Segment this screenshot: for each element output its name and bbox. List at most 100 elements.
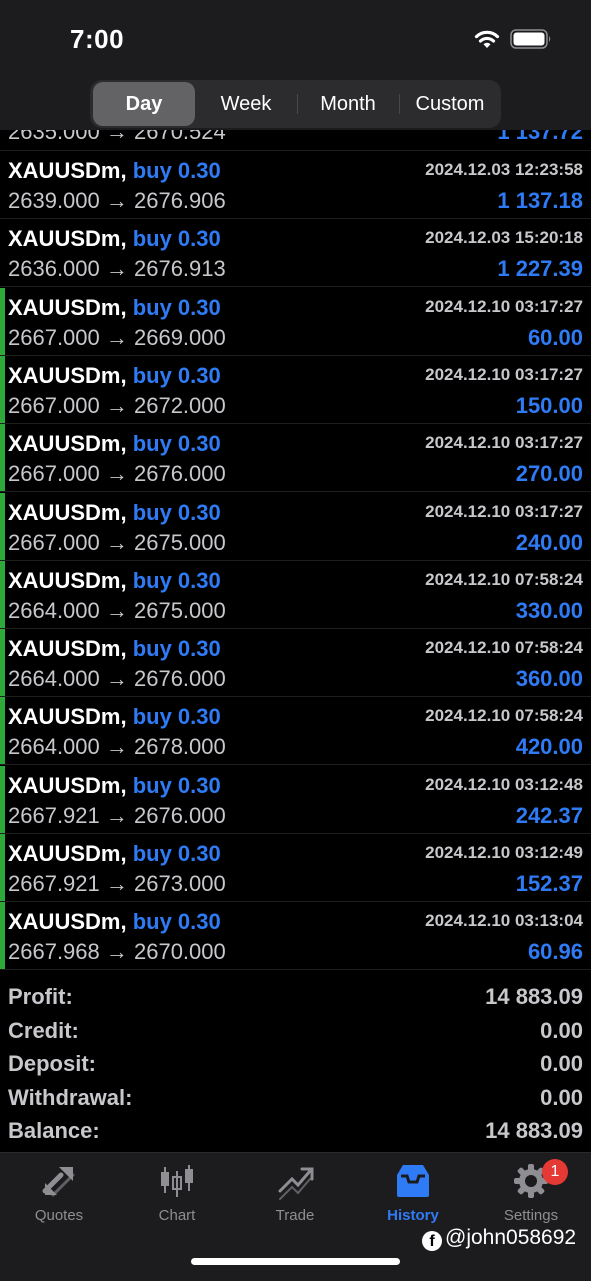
status-time: 7:00 [70,24,125,54]
list-item[interactable]: XAUUSDm, buy 0.30 2024.12.03 15:20:18 2636… [0,219,591,288]
trade-profit: 240.00 [515,529,583,555]
symbol-name: XAUUSDm, [8,158,127,183]
trade-symbol: XAUUSDm, buy 0.30 [8,909,221,935]
trade-side: buy 0.30 [132,636,221,662]
list-item[interactable]: XAUUSDm, buy 0.30 2024.12.10 07:58:24 2664… [0,697,591,766]
symbol-name: XAUUSDm, [8,909,127,935]
trade-side: buy 0.30 [132,226,221,252]
summary-label: Balance: [8,1118,100,1143]
trade-symbol: XAUUSDm, buy 0.30 [8,295,221,321]
trade-datetime: 2024.12.03 15:20:18 [425,228,583,248]
symbol-name: XAUUSDm, [8,431,127,457]
symbol-name: XAUUSDm, [8,841,127,866]
list-item[interactable]: XAUUSDm, buy 0.30 2024.12.10 03:17:27 2667… [0,424,591,493]
list-item[interactable]: XAUUSDm, buy 0.30 2024.12.10 03:17:27 2667… [0,287,591,356]
symbol-name: XAUUSDm, [8,772,127,798]
wifi-icon [474,30,500,48]
trade-symbol: XAUUSDm, buy 0.30 [8,841,221,867]
trade-symbol: XAUUSDm, buy 0.30 [8,226,221,252]
tab-history[interactable]: History [354,1161,472,1231]
trade-side: buy 0.30 [132,704,221,730]
symbol-name: XAUUSDm, [8,704,127,730]
trade-prices: 2667.000 → 2669.000 [8,324,226,350]
symbol-name: XAUUSDm, [8,499,127,525]
tab-label: Quotes [34,1207,84,1224]
trade-prices: 2664.000 → 2675.000 [8,597,226,623]
trade-symbol: XAUUSDm, buy 0.30 [8,363,221,389]
list-item[interactable]: XAUUSDm, buy 0.30 2024.12.03 12:23:58 2639… [0,151,591,219]
trade-prices: 2635.000 → 2670.524 [8,130,226,144]
summary-balance: Balance: 14 883.09 [0,1114,591,1148]
tab-quotes[interactable]: Quotes [0,1161,118,1231]
trade-prices: 2667.000 → 2676.000 [8,461,226,487]
summary-deposit: Deposit: 0.00 [0,1047,591,1081]
trade-symbol: XAUUSDm, buy 0.30 [8,431,221,457]
list-item[interactable]: XAUUSDm, buy 0.30 2024.12.10 03:12:48 2667… [0,765,591,834]
trade-side: buy 0.30 [132,431,221,457]
list-item[interactable]: XAUUSDm, buy 0.30 2024.12.10 03:17:27 2667… [0,355,591,424]
summary-label: Credit: [8,1017,79,1043]
list-item[interactable]: XAUUSDm, buy 0.30 2024.12.10 03:17:27 2667… [0,492,591,561]
trade-side: buy 0.30 [132,158,221,183]
trade-symbol: XAUUSDm, buy 0.30 [8,704,221,730]
trade-datetime: 2024.12.10 07:58:24 [425,569,583,589]
notification-badge: 1 [542,1159,568,1185]
trade-profit: 60.00 [527,324,583,350]
trade-symbol: XAUUSDm, buy 0.30 [8,773,221,799]
trade-side: buy 0.30 [132,909,221,935]
segment-month[interactable]: Month [297,82,399,126]
tab-trade[interactable]: Trade [236,1161,354,1231]
list-item[interactable]: XAUUSDm, buy 0.30 2024.12.10 03:12:49 2667… [0,834,591,902]
home-indicator[interactable] [191,1258,400,1265]
trade-profit: 1 137.18 [497,188,583,213]
segment-day[interactable]: Day [93,82,195,126]
symbol-name: XAUUSDm, [8,362,127,388]
tab-label: History [387,1207,439,1224]
list-item[interactable]: XAUUSDm, buy 0.30 2024.12.10 07:58:24 2664… [0,629,591,698]
watermark-handle: @john058692 [445,1226,577,1249]
history-icon [397,1165,429,1197]
trade-side: buy 0.30 [132,567,221,593]
list-item[interactable]: XAUUSDm, buy 0.30 2024.12.10 07:58:24 2664… [0,560,591,629]
symbol-name: XAUUSDm, [8,294,127,320]
summary-credit: Credit: 0.00 [0,1014,591,1048]
segment-week[interactable]: Week [195,82,297,126]
summary-label: Profit: [8,984,73,1009]
trade-profit: 330.00 [515,597,583,623]
tab-settings[interactable]: 1 Settings [472,1159,590,1231]
summary-label: Withdrawal: [8,1084,133,1110]
trade-symbol: XAUUSDm, buy 0.30 [8,500,221,526]
trade-profit: 152.37 [515,871,583,896]
battery-icon [510,29,551,49]
list-item[interactable]: 2635.000 → 2670.524 1 137.72 [0,130,591,151]
trade-datetime: 2024.12.10 03:17:27 [425,364,583,384]
segment-custom[interactable]: Custom [399,82,501,126]
trade-profit: 60.96 [527,939,583,965]
history-list[interactable]: 2635.000 → 2670.524 1 137.72 XAUUSDm, bu… [0,130,591,972]
summary-withdrawal: Withdrawal: 0.00 [0,1081,591,1115]
trade-profit: 150.00 [515,392,583,418]
chart-icon [161,1165,193,1197]
tab-chart[interactable]: Chart [118,1161,236,1231]
trade-prices: 2667.968 → 2670.000 [8,939,226,965]
trade-prices: 2664.000 → 2676.000 [8,666,226,692]
symbol-name: XAUUSDm, [8,567,127,593]
list-item[interactable]: XAUUSDm, buy 0.30 2024.12.10 03:13:04 2667… [0,902,591,971]
facebook-icon: f [422,1231,442,1251]
trade-side: buy 0.30 [132,362,221,388]
period-segmented-control: Day Week Month Custom [90,80,501,128]
summary-value: 0.00 [540,1051,583,1076]
trade-profit: 242.37 [515,802,583,828]
trade-side: buy 0.30 [132,499,221,525]
trade-profit: 420.00 [515,734,583,760]
trade-prices: 2664.000 → 2678.000 [8,734,226,760]
trade-prices: 2667.921 → 2676.000 [8,802,226,828]
trade-datetime: 2024.12.10 07:58:24 [425,638,583,658]
trade-datetime: 2024.12.10 03:17:27 [425,296,583,316]
summary-value: 0.00 [540,1017,583,1043]
trade-prices: 2667.000 → 2675.000 [8,529,226,555]
trade-datetime: 2024.12.10 03:12:48 [425,774,583,794]
summary-label: Deposit: [8,1051,96,1076]
watermark: f @john058692 [422,1226,576,1251]
trade-prices: 2636.000 → 2676.913 [8,256,226,282]
